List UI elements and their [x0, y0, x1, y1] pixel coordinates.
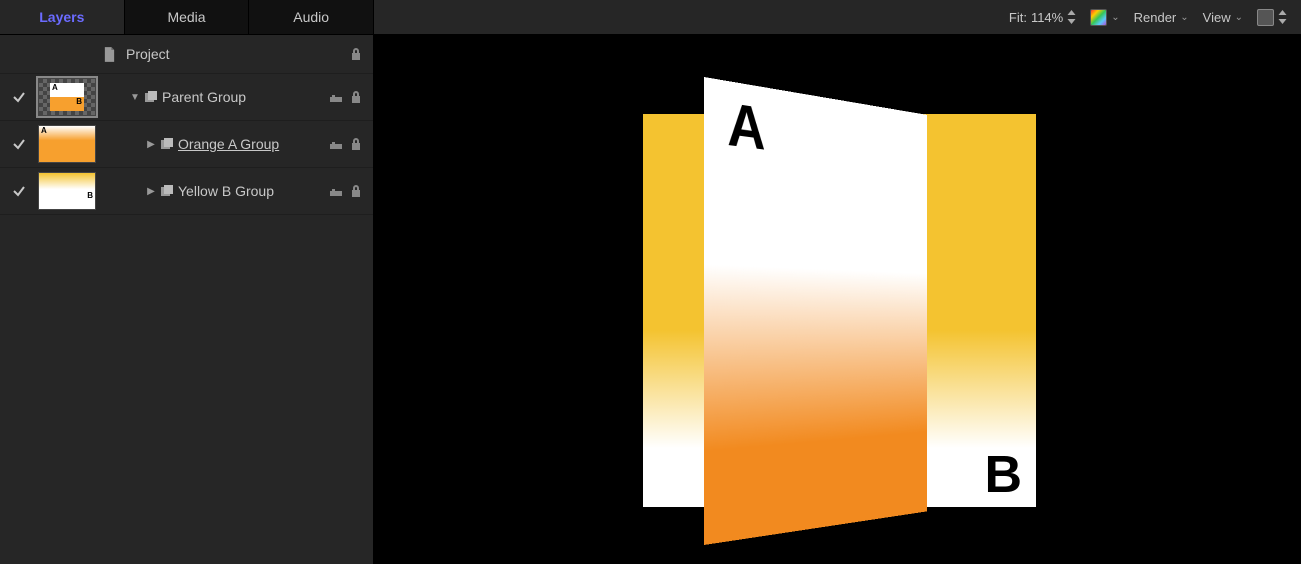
- link-icon[interactable]: [329, 90, 343, 104]
- tab-audio[interactable]: Audio: [249, 0, 373, 34]
- background-menu[interactable]: [1257, 9, 1287, 26]
- a-letter: A: [727, 95, 765, 161]
- disclosure-icon[interactable]: ▶: [142, 186, 160, 197]
- layer-label: Orange A Group: [178, 136, 319, 152]
- lock-icon[interactable]: [349, 90, 363, 104]
- orange-card: A: [704, 77, 927, 545]
- layer-row[interactable]: B ▶ Yellow B Group: [0, 168, 373, 215]
- group-icon: [160, 137, 178, 151]
- fit-value: 114%: [1031, 10, 1063, 25]
- layer-row[interactable]: AB ▼ Parent Group: [0, 74, 373, 121]
- layers-panel: Layers Media Audio Project AB: [0, 0, 374, 564]
- chevron-down-icon: ⌄: [1235, 12, 1243, 23]
- render-label: Render: [1134, 10, 1177, 25]
- lock-icon[interactable]: [349, 137, 363, 151]
- panel-tabbar: Layers Media Audio: [0, 0, 373, 35]
- disclosure-icon[interactable]: ▶: [142, 139, 160, 150]
- stepper-icon: [1278, 10, 1287, 25]
- layer-thumbnail[interactable]: A: [38, 125, 96, 163]
- view-menu[interactable]: View ⌄: [1203, 10, 1243, 25]
- layer-thumbnail[interactable]: AB: [38, 78, 96, 116]
- canvas[interactable]: B A: [374, 35, 1301, 564]
- enable-checkbox[interactable]: [0, 90, 38, 104]
- chevron-down-icon: ⌄: [1111, 12, 1119, 23]
- project-label: Project: [126, 46, 319, 62]
- zoom-fit-control[interactable]: Fit: 114%: [1009, 10, 1076, 25]
- link-icon[interactable]: [329, 137, 343, 151]
- fit-label: Fit:: [1009, 10, 1027, 25]
- render-menu[interactable]: Render ⌄: [1134, 10, 1189, 25]
- document-icon: [100, 47, 118, 62]
- view-label: View: [1203, 10, 1231, 25]
- link-icon[interactable]: [329, 184, 343, 198]
- enable-checkbox[interactable]: [0, 137, 38, 151]
- enable-checkbox[interactable]: [0, 184, 38, 198]
- project-row[interactable]: Project: [0, 35, 373, 74]
- lock-icon[interactable]: [349, 184, 363, 198]
- viewer-toolbar: Fit: 114% ⌄ Render ⌄ View ⌄: [374, 0, 1301, 35]
- background-swatch-icon: [1257, 9, 1274, 26]
- layer-label: Yellow B Group: [178, 183, 319, 199]
- tab-media[interactable]: Media: [125, 0, 250, 34]
- tab-layers[interactable]: Layers: [0, 0, 125, 34]
- layer-label: Parent Group: [162, 89, 319, 105]
- layer-row[interactable]: A ▶ Orange A Group: [0, 121, 373, 168]
- lock-icon[interactable]: [349, 47, 363, 61]
- chevron-down-icon: ⌄: [1180, 12, 1188, 23]
- color-swatch-icon: [1090, 9, 1107, 26]
- stepper-icon: [1067, 10, 1076, 25]
- disclosure-icon[interactable]: ▼: [126, 92, 144, 103]
- group-icon: [160, 184, 178, 198]
- color-channel-menu[interactable]: ⌄: [1090, 9, 1119, 26]
- canvas-viewer: Fit: 114% ⌄ Render ⌄ View ⌄: [374, 0, 1301, 564]
- group-icon: [144, 90, 162, 104]
- layer-thumbnail[interactable]: B: [38, 172, 96, 210]
